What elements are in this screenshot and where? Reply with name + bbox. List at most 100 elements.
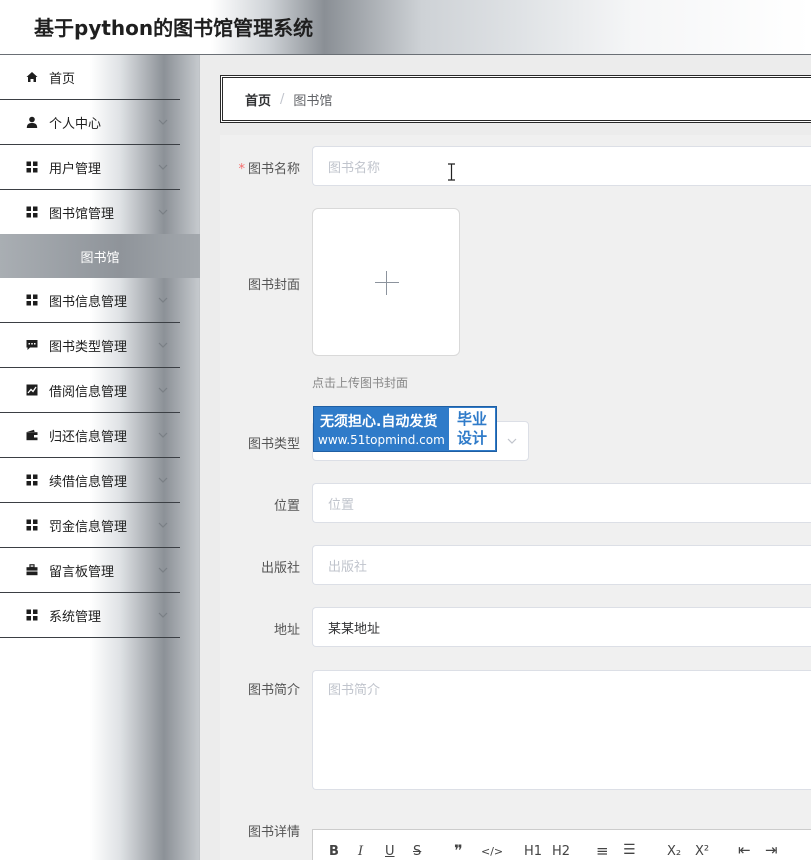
superscript-button[interactable]: X² [695, 844, 709, 859]
sidebar-item-label: 系统管理 [49, 610, 102, 625]
watermark-box-line2: 设计 [456, 429, 487, 447]
sidebar-item-user-management[interactable]: 用户管理 [0, 145, 180, 190]
grid-icon [26, 294, 38, 306]
italic-button[interactable]: I [358, 844, 363, 859]
briefcase-icon [26, 564, 38, 576]
chevron-down-icon [157, 161, 169, 173]
sidebar-subitem-library[interactable]: 图书馆 [0, 234, 200, 278]
strike-button[interactable]: S [413, 844, 421, 859]
chevron-down-icon [157, 609, 169, 621]
sidebar-item-book-type-management[interactable]: 图书类型管理 [0, 323, 180, 368]
sidebar-item-personal-center[interactable]: 个人中心 [0, 100, 180, 145]
sidebar-item-label: 用户管理 [49, 162, 102, 177]
chevron-down-icon [157, 519, 169, 531]
publisher-input[interactable]: 出版社 [312, 545, 811, 585]
grid-icon [26, 519, 38, 531]
watermark-box: 毕业 设计 [449, 408, 495, 450]
breadcrumb: 首页 / 图书馆 [220, 75, 811, 123]
chevron-down-icon [157, 206, 169, 218]
address-label: 地址 [273, 623, 300, 638]
grid-icon [26, 161, 38, 173]
intro-label: 图书简介 [247, 683, 300, 698]
sidebar-item-return-info-management[interactable]: 归还信息管理 [0, 413, 180, 458]
breadcrumb-current: 图书馆 [293, 93, 333, 109]
subscript-button[interactable]: X₂ [667, 844, 681, 859]
sidebar: 首页 个人中心 用户管理 图书馆管理 图书馆 图书信息管理 图书类型管理 借阅信… [0, 55, 200, 860]
bold-button[interactable]: B [329, 844, 339, 859]
breadcrumb-separator: / [280, 91, 285, 107]
sidebar-item-message-board-management[interactable]: 留言板管理 [0, 548, 180, 593]
sidebar-subitem-label: 图书馆 [80, 250, 120, 266]
ordered-list-button[interactable]: ≡ [596, 842, 609, 860]
sidebar-item-label: 首页 [49, 72, 76, 87]
sidebar-item-label: 个人中心 [49, 117, 102, 132]
address-input[interactable]: 某某地址 [312, 607, 811, 647]
watermark-line2: www.51topmind.com [318, 433, 445, 447]
sidebar-item-library-management[interactable]: 图书馆管理 [0, 190, 180, 235]
book-name-input[interactable]: 图书名称 [312, 146, 811, 186]
sidebar-item-label: 图书信息管理 [49, 295, 128, 310]
details-editor[interactable]: B I U S ❞ </> H1 H2 ≡ ☰ X₂ X² ⇤ ⇥ [312, 829, 811, 860]
chevron-down-icon [157, 474, 169, 486]
publisher-label: 出版社 [260, 561, 300, 576]
blockquote-button[interactable]: ❞ [454, 841, 463, 860]
address-value: 某某地址 [328, 621, 381, 637]
grid-icon [26, 206, 38, 218]
underline-button[interactable]: U [385, 844, 395, 859]
sidebar-item-borrow-info-management[interactable]: 借阅信息管理 [0, 368, 180, 413]
book-cover-label: 图书封面 [247, 278, 300, 293]
book-name-placeholder: 图书名称 [328, 160, 381, 176]
text-cursor-icon [447, 163, 456, 181]
sidebar-item-label: 归还信息管理 [49, 430, 128, 445]
cover-upload-button[interactable] [312, 208, 460, 356]
sidebar-item-renew-info-management[interactable]: 续借信息管理 [0, 458, 180, 503]
book-type-label: 图书类型 [247, 437, 300, 452]
main-content: 首页 / 图书馆 * 图书名称 图书名称 图书封面 点击上传图书封面 图书类型 无… [200, 55, 811, 860]
chevron-down-icon [157, 429, 169, 441]
sidebar-item-fine-info-management[interactable]: 罚金信息管理 [0, 503, 180, 548]
cover-upload-tip: 点击上传图书封面 [312, 376, 409, 390]
chevron-down-icon [157, 564, 169, 576]
location-input[interactable]: 位置 [312, 483, 811, 523]
code-block-button[interactable]: </> [481, 845, 503, 858]
message-icon [26, 339, 38, 351]
library-form: * 图书名称 图书名称 图书封面 点击上传图书封面 图书类型 无须担心.自动发货 … [220, 135, 811, 860]
chevron-down-icon [157, 384, 169, 396]
outdent-button[interactable]: ⇤ [738, 841, 751, 859]
chart-icon [26, 384, 38, 396]
details-label: 图书详情 [247, 825, 300, 840]
chevron-down-icon [157, 294, 169, 306]
intro-placeholder: 图书简介 [328, 683, 381, 698]
sidebar-item-book-info-management[interactable]: 图书信息管理 [0, 278, 180, 323]
grid-icon [26, 474, 38, 486]
chevron-down-icon [157, 116, 169, 128]
sidebar-item-label: 图书馆管理 [49, 207, 115, 222]
sidebar-item-system-management[interactable]: 系统管理 [0, 593, 180, 638]
breadcrumb-home[interactable]: 首页 [245, 90, 271, 109]
publisher-placeholder: 出版社 [328, 559, 368, 575]
indent-button[interactable]: ⇥ [765, 841, 778, 859]
location-placeholder: 位置 [328, 497, 355, 513]
chevron-down-icon [506, 435, 518, 447]
watermark-box-line1: 毕业 [456, 410, 487, 428]
user-icon [26, 116, 38, 128]
sidebar-item-label: 续借信息管理 [49, 475, 128, 490]
sidebar-item-label: 留言板管理 [49, 565, 115, 580]
header1-button[interactable]: H1 [524, 844, 542, 859]
watermark-overlay: 无须担心.自动发货 www.51topmind.com 毕业 设计 [313, 406, 497, 452]
book-name-label: * 图书名称 [238, 162, 300, 177]
top-header: 基于python的图书馆管理系统 [0, 0, 811, 55]
sidebar-item-label: 借阅信息管理 [49, 385, 128, 400]
header2-button[interactable]: H2 [552, 844, 570, 859]
watermark-line1: 无须担心.自动发货 [320, 414, 438, 430]
grid-icon [26, 609, 38, 621]
chevron-down-icon [157, 339, 169, 351]
intro-textarea[interactable]: 图书简介 [312, 670, 811, 790]
sidebar-item-home[interactable]: 首页 [0, 55, 180, 100]
wallet-icon [26, 429, 38, 441]
sidebar-item-label: 图书类型管理 [49, 340, 128, 355]
home-icon [26, 71, 38, 83]
location-label: 位置 [273, 499, 300, 514]
bullet-list-button[interactable]: ☰ [623, 842, 636, 858]
app-title: 基于python的图书馆管理系统 [34, 16, 314, 40]
